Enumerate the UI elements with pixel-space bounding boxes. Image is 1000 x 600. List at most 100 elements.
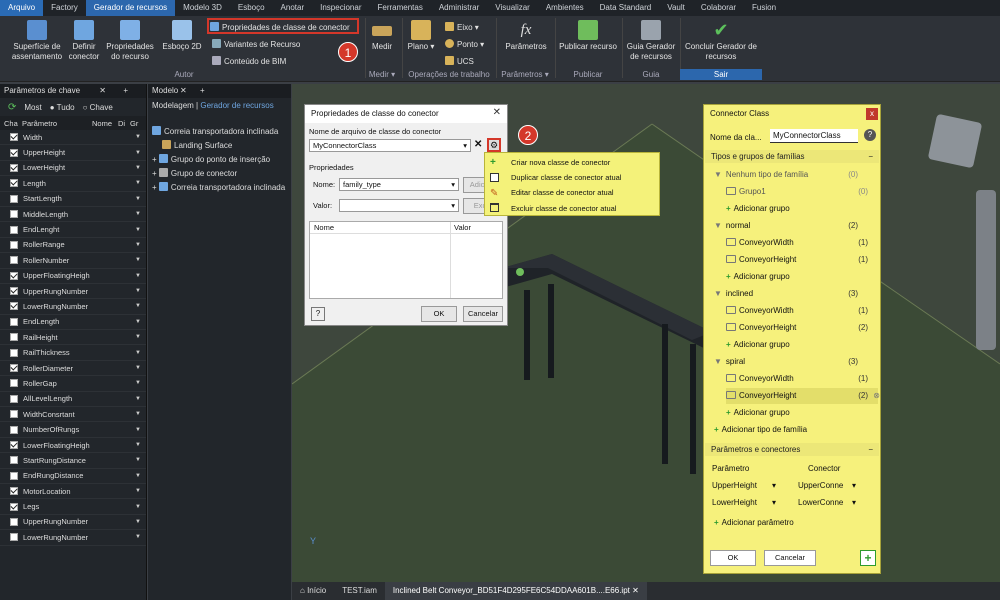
add-item-button[interactable]: + Adicionar grupo [726, 405, 878, 421]
param-row[interactable]: UpperHeight ▾ UpperConne ▾ [712, 481, 872, 490]
family-type-item[interactable]: ▼ inclined (3) [714, 286, 878, 302]
key-checkbox[interactable] [10, 410, 18, 419]
tab-home[interactable]: ⌂ Início [292, 582, 334, 600]
chevron-down-icon[interactable]: ▼ [134, 196, 142, 202]
parameter-row[interactable]: UpperRungNumber ▼ [0, 515, 146, 531]
ponto-button[interactable]: Ponto ▾ [445, 39, 484, 49]
plano-button[interactable]: Plano ▾ [406, 20, 436, 52]
parameter-row[interactable]: LowerHeight ▼ [0, 161, 146, 177]
menu-item-duplicar[interactable]: Duplicar classe de conector atual [511, 173, 621, 182]
menu-tab[interactable]: Data Standard [592, 0, 660, 16]
parameter-row[interactable]: LowerRungNumber ▼ [0, 299, 146, 315]
chevron-down-icon[interactable]: ▼ [134, 504, 142, 510]
tab-gerador[interactable]: Gerador de recursos [200, 101, 273, 110]
menu-tab[interactable]: Inspecionar [312, 0, 369, 16]
chevron-down-icon[interactable]: ▼ [134, 411, 142, 417]
group-item[interactable]: ConveyorWidth (1) [726, 371, 878, 387]
tree-connector-group[interactable]: + Grupo de conector [152, 168, 237, 178]
radio-most[interactable]: Most [24, 103, 41, 112]
group-item[interactable]: ConveyorHeight (1) [726, 252, 878, 268]
chevron-down-icon[interactable]: ▾ [772, 498, 776, 507]
chevron-down-icon[interactable]: ▼ [134, 303, 142, 309]
key-checkbox[interactable] [10, 471, 18, 480]
family-type-item[interactable]: ▼ spiral (3) [714, 354, 878, 370]
variantes-button[interactable]: Variantes de Recurso [212, 39, 300, 49]
tab-modelagem[interactable]: Modelagem [152, 101, 194, 110]
parameter-row[interactable]: LowerFloatingHeigh ▼ [0, 438, 146, 454]
superficie-button[interactable]: Superfície de assentamento [4, 20, 70, 62]
guia-button[interactable]: Guia Gerador de recursos [624, 20, 678, 62]
parameter-row[interactable]: Width ▼ [0, 130, 146, 146]
name-input[interactable]: MyConnectorClass [770, 129, 858, 143]
key-checkbox[interactable] [10, 240, 18, 249]
chevron-down-icon[interactable]: ▼ [134, 457, 142, 463]
menu-tab[interactable]: Modelo 3D [175, 0, 230, 16]
gear-icon[interactable]: ⚙ [487, 138, 501, 152]
add-item-button[interactable]: + Adicionar tipo de família [714, 422, 878, 438]
close-icon[interactable]: x [866, 108, 878, 120]
key-checkbox[interactable] [10, 317, 18, 326]
key-checkbox[interactable] [10, 487, 18, 496]
key-checkbox[interactable] [10, 133, 18, 142]
viewcube[interactable] [927, 113, 983, 169]
parameter-row[interactable]: LowerRungNumber ▼ [0, 530, 146, 546]
group-item[interactable]: ConveyorHeight (2) [726, 320, 878, 336]
parameter-row[interactable]: Length ▼ [0, 176, 146, 192]
navigation-bar[interactable] [976, 190, 996, 350]
add-tab-icon[interactable]: + [123, 84, 128, 98]
key-checkbox[interactable] [10, 148, 18, 157]
add-tab-icon[interactable]: + [200, 84, 205, 98]
chevron-down-icon[interactable]: ▼ [134, 180, 142, 186]
parameter-row[interactable]: NumberOfRungs ▼ [0, 422, 146, 438]
refresh-icon[interactable]: ⟳ [8, 102, 16, 113]
key-checkbox[interactable] [10, 379, 18, 388]
medir-button[interactable]: Medir [368, 20, 396, 52]
close-icon[interactable]: ✕ [493, 107, 501, 118]
chevron-down-icon[interactable]: ▼ [134, 134, 142, 140]
chevron-down-icon[interactable]: ▼ [134, 427, 142, 433]
key-checkbox[interactable] [10, 441, 18, 449]
key-checkbox[interactable] [10, 179, 18, 188]
parameter-row[interactable]: EndLength ▼ [0, 315, 146, 331]
chevron-down-icon[interactable]: ▼ [134, 242, 142, 248]
tree-landing[interactable]: Landing Surface [162, 140, 232, 150]
parameter-row[interactable]: UpperRungNumber ▼ [0, 284, 146, 300]
key-checkbox[interactable] [10, 271, 18, 280]
menu-tab[interactable]: Gerador de recursos [85, 0, 176, 16]
chevron-down-icon[interactable]: ▼ [134, 165, 142, 171]
tree-belt[interactable]: + Correia transportadora inclinada [152, 182, 285, 192]
menu-tab[interactable]: Fusion [744, 0, 784, 16]
key-checkbox[interactable] [10, 394, 18, 403]
key-checkbox[interactable] [10, 163, 18, 172]
parameter-row[interactable]: RollerGap ▼ [0, 376, 146, 392]
parameter-row[interactable]: WidthConsrtant ▼ [0, 407, 146, 423]
menu-tab[interactable]: Ferramentas [369, 0, 430, 16]
key-checkbox[interactable] [10, 364, 18, 373]
parameter-row[interactable]: RollerNumber ▼ [0, 253, 146, 269]
chevron-down-icon[interactable]: ▼ [134, 488, 142, 494]
menu-item-criar[interactable]: Criar nova classe de conector [511, 158, 610, 167]
concluir-button[interactable]: ✔ Concluir Gerador de recursos [680, 20, 762, 62]
menu-tab[interactable]: Esboço [230, 0, 273, 16]
chevron-down-icon[interactable]: ▼ [134, 257, 142, 263]
tab-test-iam[interactable]: TEST.iam [334, 582, 385, 600]
eixo-button[interactable]: Eixo ▾ [445, 22, 479, 32]
close-icon[interactable]: ✕ [99, 84, 106, 98]
parametros-button[interactable]: fx Parâmetros [500, 20, 552, 52]
add-param-button[interactable]: + Adicionar parâmetro [714, 518, 794, 527]
nome-select[interactable]: family_type ▾ [339, 178, 459, 191]
add-item-button[interactable]: + Adicionar grupo [726, 201, 878, 217]
parameter-row[interactable]: MiddleLength ▼ [0, 207, 146, 223]
parameter-row[interactable]: UpperFloatingHeigh ▼ [0, 269, 146, 284]
parameter-row[interactable]: RollerDiameter ▼ [0, 361, 146, 377]
delete-icon[interactable]: ✕ [474, 139, 482, 150]
tab-inclined-belt[interactable]: Inclined Belt Conveyor_BD51F4D295FE6C54D… [384, 582, 647, 600]
param-row[interactable]: LowerHeight ▾ LowerConne ▾ [712, 498, 872, 507]
section-types[interactable]: Tipos e grupos de famílias − [705, 150, 879, 163]
ok-button[interactable]: OK [710, 550, 756, 566]
ok-button[interactable]: OK [421, 306, 457, 322]
chevron-down-icon[interactable]: ▼ [134, 350, 142, 356]
key-checkbox[interactable] [10, 256, 18, 265]
chevron-down-icon[interactable]: ▼ [134, 396, 142, 402]
help-icon[interactable]: ? [311, 307, 325, 321]
